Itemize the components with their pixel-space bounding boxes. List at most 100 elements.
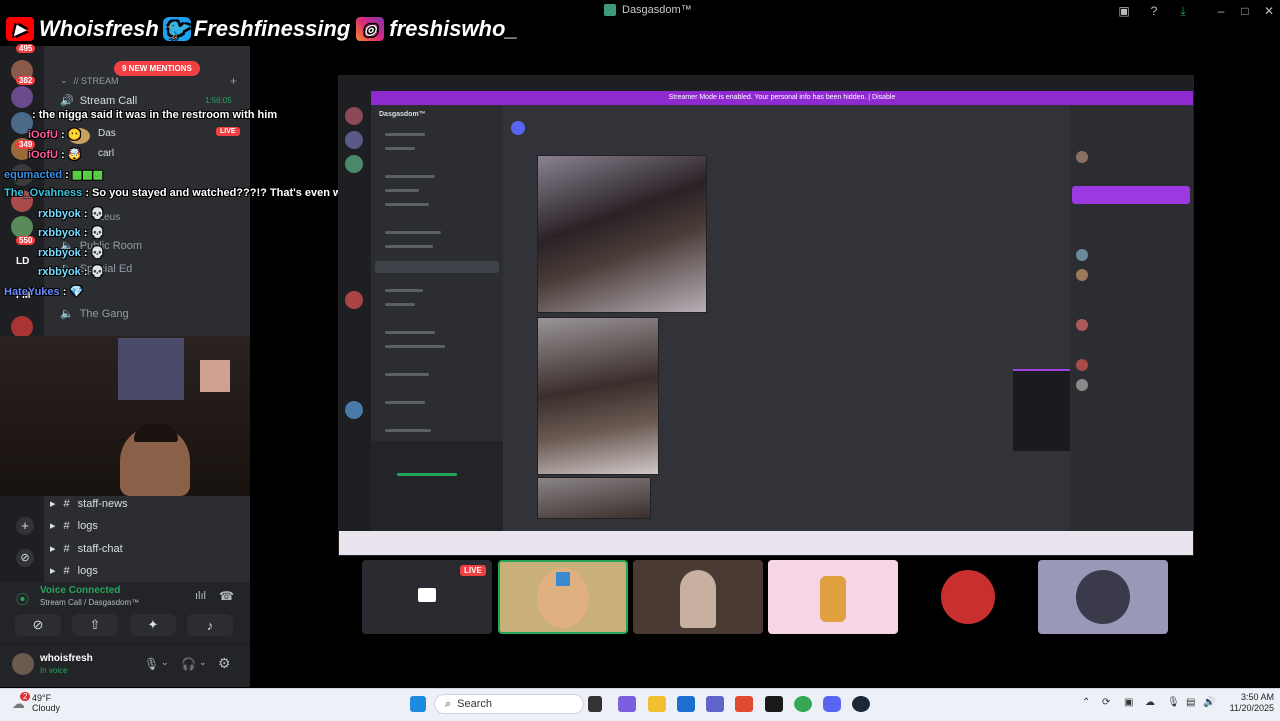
social-banner: ▶ Whoisfresh 🐦 Freshfinessing ◎ freshisw… <box>4 12 518 46</box>
shared-member-list <box>1070 105 1193 541</box>
system-clock[interactable]: 3:50 AM 11/20/2025 <box>1222 692 1274 714</box>
chevron-down-icon[interactable]: ⌄ <box>161 657 169 668</box>
inbox-icon[interactable]: ▣ <box>1117 4 1131 18</box>
participant-tile[interactable] <box>768 560 898 634</box>
participant-tile[interactable] <box>633 560 763 634</box>
channel-staff-news[interactable]: ▸ # staff-news <box>50 497 128 511</box>
shared-selected-channel <box>375 261 499 273</box>
stream-category[interactable]: ⌄ // STREAM <box>60 75 119 86</box>
copilot-icon[interactable] <box>618 696 636 712</box>
task-view-icon[interactable] <box>588 696 602 712</box>
taskbar-search[interactable]: ⌕ Search <box>434 694 584 714</box>
help-icon[interactable]: ? <box>1147 4 1161 18</box>
microphone-icon[interactable]: 🎙 <box>144 657 159 671</box>
voice-location[interactable]: Stream Call / Dasgasdom™ <box>40 598 139 607</box>
screen-share-view[interactable]: Streamer Mode is enabled. Your personal … <box>338 75 1194 556</box>
microphone-icon[interactable]: 🎙 <box>1167 697 1180 708</box>
brave-icon[interactable] <box>735 696 753 712</box>
maximize-button[interactable]: □ <box>1238 4 1252 18</box>
server-initials[interactable]: LD <box>16 256 29 267</box>
headphones-icon[interactable]: 🎧 <box>181 657 196 671</box>
server-icon[interactable] <box>11 216 33 238</box>
minimize-button[interactable]: – <box>1214 4 1228 18</box>
activities-button[interactable]: ✦ <box>130 614 176 636</box>
windows-start-icon[interactable] <box>410 696 426 712</box>
participant-tile[interactable] <box>498 560 628 634</box>
disconnect-icon[interactable]: ☎ <box>219 589 234 603</box>
chevron-right-icon: ▸ <box>50 498 56 510</box>
twitter-handle: 🐦 Freshfinessing <box>162 16 351 41</box>
file-explorer-icon[interactable] <box>648 696 666 712</box>
shared-server-icon <box>345 291 363 309</box>
shared-image <box>537 317 659 475</box>
camera-off-icon: ⊘ <box>32 617 44 632</box>
chevron-up-icon[interactable]: ⌃ <box>1082 697 1090 708</box>
streamer-mode-notice[interactable]: Streamer Mode is enabled. Your personal … <box>371 91 1193 105</box>
cloud-icon[interactable]: ☁ <box>1145 697 1155 708</box>
voice-user-carl[interactable]: carl <box>98 148 114 159</box>
voice-channel-the-gang[interactable]: 🔈 The Gang <box>60 307 129 321</box>
live-badge: LIVE <box>460 565 486 576</box>
weather-desc: Cloudy <box>32 703 61 713</box>
hashtag-icon: # <box>63 564 70 577</box>
shared-server-icon <box>345 155 363 173</box>
app-tray-icon[interactable]: ▣ <box>1124 697 1133 708</box>
new-mentions-pill[interactable]: 9 NEW MENTIONS <box>114 61 200 76</box>
teams-icon[interactable] <box>706 696 724 712</box>
shared-image <box>537 477 651 519</box>
speaker-icon: 🔊 <box>60 95 74 107</box>
compass-icon[interactable]: ⊘ <box>16 549 34 567</box>
sync-icon[interactable]: ⟳ <box>1102 697 1110 708</box>
call-timer: 1:56:05 <box>205 96 232 105</box>
volume-icon[interactable]: 🔊 <box>1203 697 1215 708</box>
voice-user-das[interactable]: Das <box>98 128 116 139</box>
chat-message: rxbbyok : 💀 <box>38 208 105 220</box>
channel-logs[interactable]: ▸ # logs <box>50 564 98 578</box>
channel-staff-chat[interactable]: ▸ # staff-chat <box>50 542 123 556</box>
emote-icon: ▩▩▩ <box>71 169 104 181</box>
chrome-icon[interactable] <box>794 696 812 712</box>
shared-image <box>537 155 707 313</box>
network-icon[interactable]: ▤ <box>1186 697 1195 708</box>
avatar[interactable] <box>12 653 34 675</box>
shared-member-avatar <box>1076 359 1088 371</box>
server-icon[interactable] <box>11 86 33 108</box>
channel-logs[interactable]: ▸ # logs <box>50 519 98 533</box>
emote-icon: 💀 <box>90 247 105 259</box>
camera-off-button[interactable]: ⊘ <box>15 614 61 636</box>
close-button[interactable]: ✕ <box>1262 4 1276 18</box>
shared-voice-panel <box>371 441 503 541</box>
chat-message: HateYukes : 💎 <box>4 286 84 298</box>
username[interactable]: whoisfresh <box>40 653 93 664</box>
instagram-icon: ◎ <box>354 15 387 43</box>
server-icon[interactable] <box>11 316 33 338</box>
participant-tile[interactable] <box>1038 560 1168 634</box>
store-icon[interactable] <box>677 696 695 712</box>
add-channel-icon[interactable]: + <box>230 74 237 88</box>
add-server-icon[interactable]: + <box>16 517 34 535</box>
voice-status[interactable]: Voice Connected <box>40 585 120 596</box>
discord-icon[interactable] <box>823 696 841 712</box>
emote-icon: 💀 <box>90 227 105 239</box>
user-panel: whoisfresh In voice 🎙 ⌄ 🎧 ⌄ ⚙ <box>0 644 250 687</box>
soundboard-button[interactable]: ♪ <box>187 614 233 636</box>
search-icon: ⌕ <box>445 697 452 710</box>
weather-widget[interactable]: 49°F Cloudy <box>32 693 60 713</box>
emote-icon: 💎 <box>69 286 84 298</box>
emote-icon: 😶 <box>67 129 82 141</box>
shared-member-avatar <box>1076 269 1088 281</box>
mention-badge: 550 <box>16 236 36 245</box>
noise-suppression-icon[interactable]: ılıl <box>195 590 206 602</box>
server-rail <box>0 496 44 582</box>
chevron-down-icon[interactable]: ⌄ <box>199 657 207 668</box>
clock-time: 3:50 AM <box>1240 692 1274 702</box>
shared-member-avatar <box>1076 319 1088 331</box>
voice-channel-stream-call[interactable]: 🔊 Stream Call <box>60 94 137 108</box>
participant-tile[interactable] <box>903 560 1033 634</box>
screen-share-button[interactable]: ⇧ <box>72 614 118 636</box>
app-icon[interactable] <box>765 696 783 712</box>
steam-icon[interactable] <box>852 696 870 712</box>
gear-icon[interactable]: ⚙ <box>218 655 231 672</box>
chevron-right-icon: ▸ <box>50 520 56 532</box>
download-icon[interactable]: ⤓ <box>1176 4 1190 18</box>
